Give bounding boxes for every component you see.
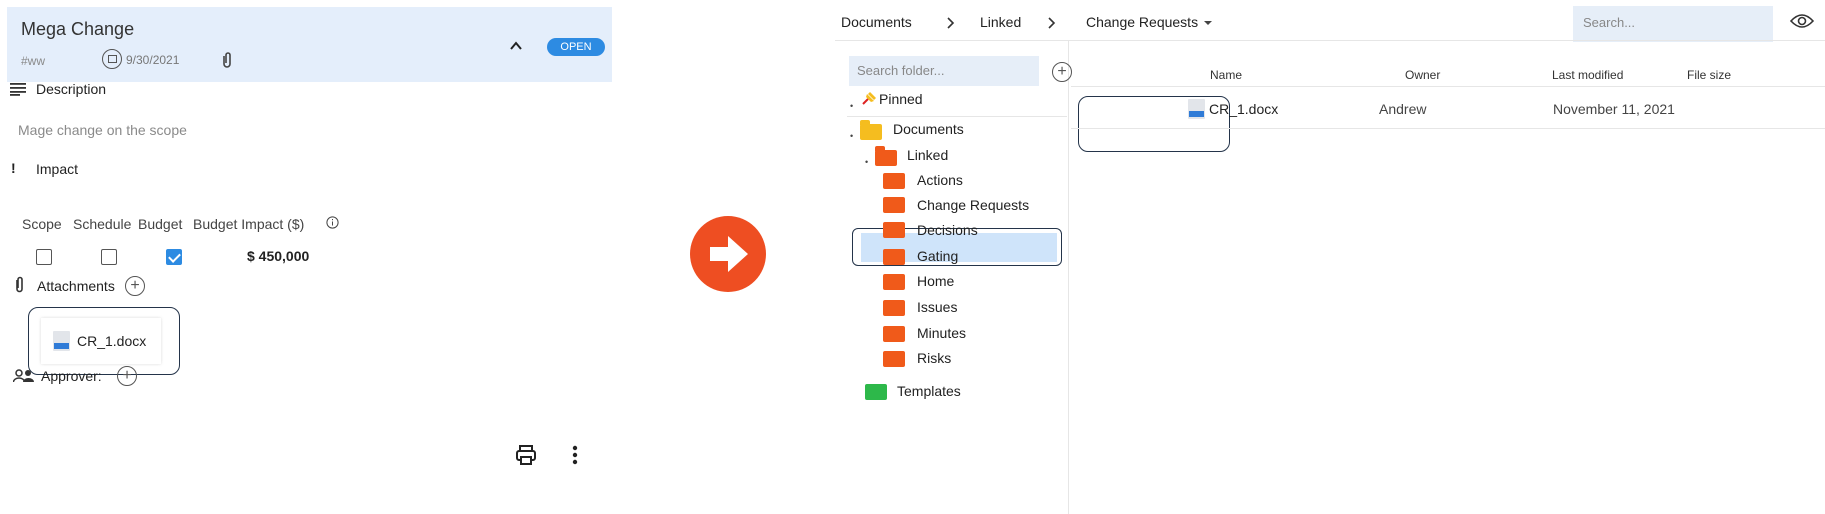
search-placeholder: Search... xyxy=(1583,15,1636,30)
pane-divider[interactable] xyxy=(1068,40,1069,514)
change-title: Mega Change xyxy=(21,19,135,39)
folder-icon-documents xyxy=(860,120,882,140)
tree-bullet: • xyxy=(865,157,869,167)
budget-checkbox[interactable] xyxy=(166,249,182,265)
column-last-modified[interactable]: Last modified xyxy=(1552,68,1623,82)
column-file-size[interactable]: File size xyxy=(1687,68,1731,82)
description-text[interactable]: Mage change on the scope xyxy=(18,122,187,138)
eye-icon[interactable] xyxy=(1790,12,1814,30)
chevron-up-icon[interactable] xyxy=(509,39,523,53)
more-options-icon[interactable] xyxy=(571,444,579,466)
header-divider xyxy=(835,40,1825,41)
folder-search-placeholder: Search folder... xyxy=(857,63,945,78)
add-folder-button[interactable]: + xyxy=(1052,62,1072,82)
folder-icon-templates xyxy=(865,384,887,400)
folder-icon xyxy=(883,326,905,342)
tree-bullet: • xyxy=(850,101,854,111)
approver-icon xyxy=(13,369,34,383)
table-row-divider xyxy=(1071,128,1825,129)
folder-icon xyxy=(883,351,905,367)
add-attachment-button[interactable]: + xyxy=(125,276,145,296)
tree-item-documents[interactable]: Documents xyxy=(893,121,964,137)
folder-icon xyxy=(883,300,905,316)
folder-search-input[interactable]: Search folder... xyxy=(849,56,1039,86)
file-name[interactable]: CR_1.docx xyxy=(1209,101,1278,117)
documents-browser: Documents Linked Change Requests Search.… xyxy=(835,0,1825,514)
file-last-modified: November 11, 2021 xyxy=(1553,101,1675,117)
arrow-right-icon xyxy=(710,236,748,272)
print-icon[interactable] xyxy=(515,444,537,466)
folder-icon xyxy=(883,173,905,189)
change-request-header[interactable]: Mega Change #ww 9/30/2021 OPEN xyxy=(7,7,612,82)
attachment-file[interactable]: CR_1.docx xyxy=(41,318,161,364)
calendar-icon xyxy=(102,49,122,69)
attachment-highlight: CR_1.docx xyxy=(28,307,180,375)
scope-column: Scope xyxy=(22,216,62,232)
folder-icon xyxy=(883,274,905,290)
folder-icon xyxy=(883,197,905,213)
pin-icon xyxy=(862,92,876,105)
tree-item-risks[interactable]: Risks xyxy=(917,350,951,366)
status-badge: OPEN xyxy=(547,38,605,56)
folder-icon xyxy=(883,222,905,238)
caret-down-icon[interactable] xyxy=(1203,20,1213,26)
paperclip-icon xyxy=(223,52,231,68)
folder-icon-linked xyxy=(875,146,897,166)
file-owner: Andrew xyxy=(1379,101,1427,117)
approver-label: Approver: xyxy=(41,368,102,384)
budget-column: Budget xyxy=(138,216,183,232)
search-input[interactable]: Search... xyxy=(1573,6,1773,42)
tree-item-issues[interactable]: Issues xyxy=(917,299,957,315)
impact-label: Impact xyxy=(36,161,79,177)
transition-arrow xyxy=(690,216,766,292)
attachment-icon xyxy=(16,276,23,293)
breadcrumb-separator-icon xyxy=(947,17,955,29)
tree-item-decisions[interactable]: Decisions xyxy=(917,222,978,238)
budget-impact-value[interactable]: $ 450,000 xyxy=(247,248,309,264)
tree-item-minutes[interactable]: Minutes xyxy=(917,325,966,341)
tree-item-templates[interactable]: Templates xyxy=(897,383,961,399)
attachment-file-name: CR_1.docx xyxy=(77,333,147,349)
table-header-divider xyxy=(1071,86,1825,87)
docx-file-icon xyxy=(1188,99,1205,119)
docx-file-icon xyxy=(53,331,70,351)
add-approver-button[interactable]: + xyxy=(117,366,137,386)
schedule-column: Schedule xyxy=(73,216,132,232)
description-label: Description xyxy=(36,81,107,97)
tree-bullet: • xyxy=(850,131,854,141)
description-icon xyxy=(10,83,26,96)
impact-icon: ! xyxy=(11,160,16,176)
breadcrumb-documents[interactable]: Documents xyxy=(841,14,912,30)
change-id: #ww xyxy=(21,54,46,68)
tree-item-gating[interactable]: Gating xyxy=(917,248,958,264)
breadcrumb-linked[interactable]: Linked xyxy=(980,14,1021,30)
scope-checkbox[interactable] xyxy=(36,249,52,265)
breadcrumb-separator-icon xyxy=(1048,17,1056,29)
tree-item-change-requests[interactable]: Change Requests xyxy=(917,197,1029,213)
budget-impact-column: Budget Impact ($) xyxy=(193,216,305,232)
tree-item-linked[interactable]: Linked xyxy=(907,147,948,163)
breadcrumb-change-requests[interactable]: Change Requests xyxy=(1086,14,1198,30)
tree-item-pinned[interactable]: Pinned xyxy=(879,91,923,107)
file-row-highlight xyxy=(1078,96,1230,152)
tree-item-actions[interactable]: Actions xyxy=(917,172,963,188)
change-request-panel: Mega Change #ww 9/30/2021 OPEN Descripti… xyxy=(0,0,620,514)
folder-icon xyxy=(883,249,905,265)
due-date: 9/30/2021 xyxy=(126,53,180,67)
attachments-label: Attachments xyxy=(37,278,115,294)
tree-divider xyxy=(847,116,1067,117)
schedule-checkbox[interactable] xyxy=(101,249,117,265)
tree-item-home[interactable]: Home xyxy=(917,273,954,289)
column-name[interactable]: Name xyxy=(1210,68,1242,82)
column-owner[interactable]: Owner xyxy=(1405,68,1440,82)
info-icon[interactable] xyxy=(326,216,339,229)
